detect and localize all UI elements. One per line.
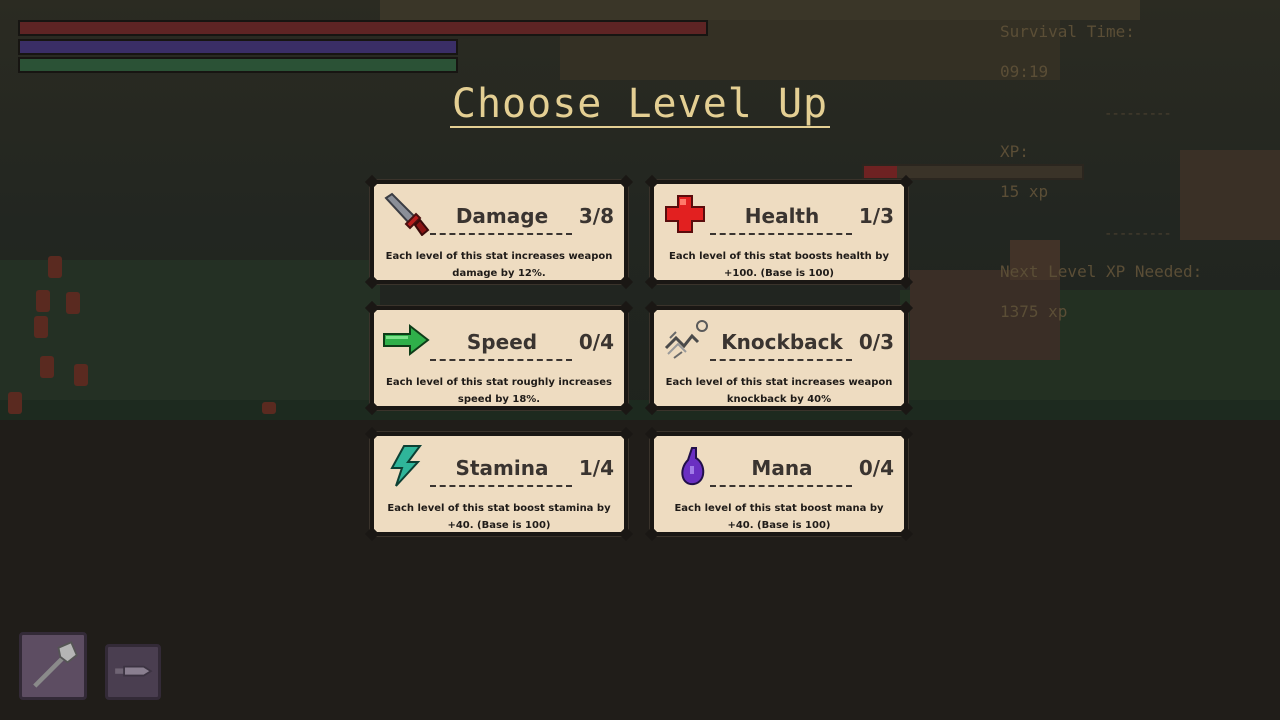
enemy [48, 256, 62, 278]
card-title-underline [710, 359, 852, 361]
page-title: Choose Level Up [449, 81, 831, 128]
stamina-bolt-icon [390, 445, 422, 487]
enemy [36, 290, 50, 312]
card-level: 1/4 [578, 456, 614, 480]
level-up-card-health[interactable]: Health 1/3 Each level of this stat boost… [644, 174, 914, 290]
dagger-icon [115, 665, 153, 677]
xp-value: 15 xp [1000, 182, 1049, 201]
next-level-xp-label: Next Level XP Needed: [1000, 262, 1203, 281]
next-level-xp-value: 1375 xp [1000, 302, 1068, 321]
card-title: Health [744, 204, 820, 228]
card-description: Each level of this stat boost stamina by… [387, 503, 611, 531]
card-description: Each level of this stat roughly increase… [386, 377, 612, 405]
ground [0, 420, 1280, 720]
card-description: Each level of this stat increases weapon… [665, 377, 893, 405]
health-bar-fill [20, 22, 706, 34]
card-title-underline [710, 485, 852, 487]
enemy [66, 292, 80, 314]
enemy [262, 402, 276, 414]
card-description: Each level of this stat boosts health by… [669, 251, 889, 279]
card-title-underline [430, 233, 572, 235]
level-up-card-damage[interactable]: Damage 3/8 Each level of this stat incre… [364, 174, 634, 290]
separator: --------- [1104, 226, 1172, 242]
stamina-bar [18, 57, 458, 73]
xp-label: XP: [1000, 142, 1029, 161]
card-title-underline [710, 233, 852, 235]
card-title: Mana [751, 456, 813, 480]
card-level: 3/8 [578, 204, 614, 228]
card-title: Damage [455, 204, 549, 228]
green-arrow-icon [383, 323, 430, 357]
level-up-card-mana[interactable]: Mana 0/4 Each level of this stat boost m… [644, 426, 914, 542]
level-up-title-container: Choose Level Up [0, 84, 1280, 128]
xp-progress-bar [862, 164, 1084, 180]
mountain [1180, 150, 1280, 240]
level-up-card-knockback[interactable]: Knockback 0/3 Each level of this stat in… [644, 300, 914, 416]
knockback-icon [664, 320, 708, 359]
level-up-card-stamina[interactable]: Stamina 1/4 Each level of this stat boos… [364, 426, 634, 542]
hill [0, 260, 380, 410]
survival-time-label: Survival Time: [1000, 22, 1135, 41]
card-level: 0/4 [858, 456, 894, 480]
enemy [40, 356, 54, 378]
xp-progress-fill [864, 166, 897, 178]
enemy [74, 364, 88, 386]
card-level: 1/3 [858, 204, 894, 228]
red-cross-icon [665, 195, 705, 233]
mana-bar-fill [20, 41, 456, 53]
survival-time-value: 09:19 [1000, 62, 1049, 81]
card-level: 0/4 [578, 330, 614, 354]
card-title-underline [430, 485, 572, 487]
card-title-underline [430, 359, 572, 361]
card-description: Each level of this stat increases weapon… [385, 251, 613, 279]
mana-potion-icon [681, 447, 705, 486]
mana-bar [18, 39, 458, 55]
card-title: Stamina [455, 456, 549, 480]
hotbar-slot-1[interactable] [19, 632, 87, 700]
stamina-bar-fill [20, 59, 456, 71]
sword-icon [384, 192, 430, 236]
card-title: Knockback [721, 330, 843, 354]
enemy [34, 316, 48, 338]
health-bar [18, 20, 708, 36]
enemy [8, 392, 22, 414]
card-description: Each level of this stat boost mana by +4… [674, 503, 884, 531]
level-up-card-speed[interactable]: Speed 0/4 Each level of this stat roughl… [364, 300, 634, 416]
axe-icon [33, 641, 78, 688]
hotbar-slot-2[interactable] [105, 644, 161, 700]
card-title: Speed [466, 330, 538, 354]
mountain [380, 0, 1140, 20]
card-level: 0/3 [858, 330, 894, 354]
grass [0, 400, 1280, 422]
